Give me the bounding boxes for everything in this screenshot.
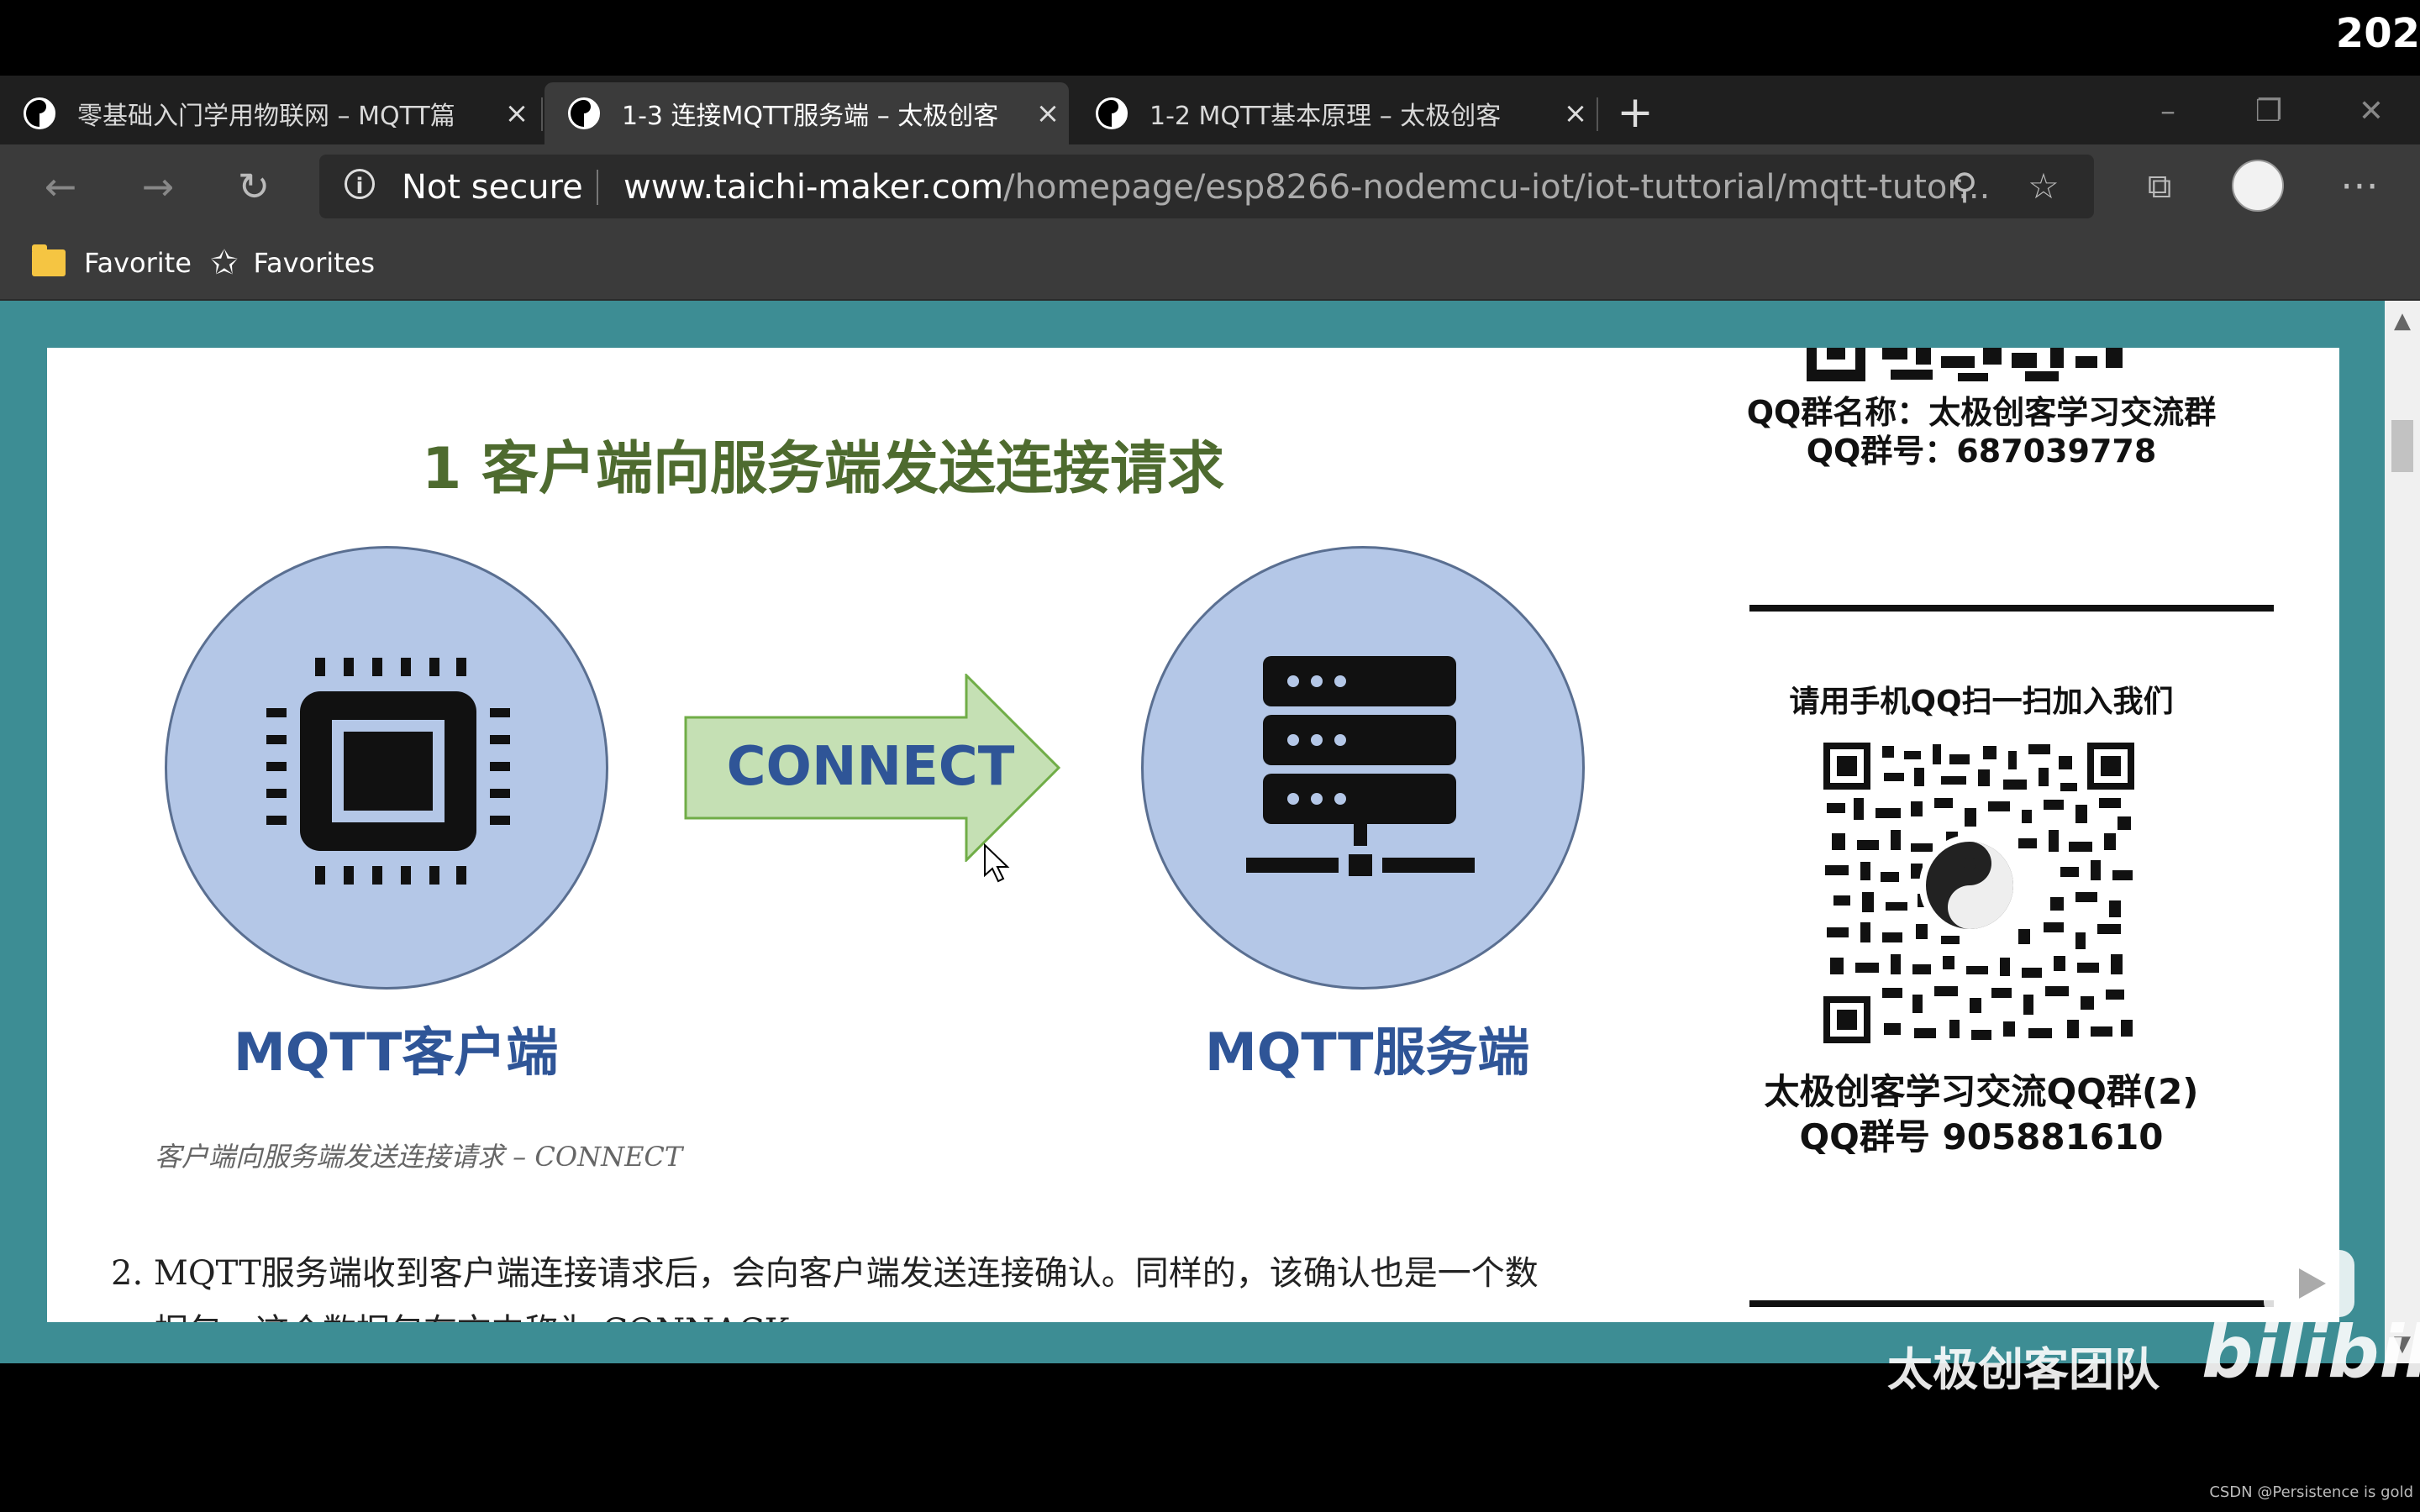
microchip-icon — [266, 658, 510, 885]
address-bar[interactable]: i Not secure www.taichi-maker.com/homepa… — [319, 155, 2094, 218]
connect-arrow: CONNECT — [684, 674, 1061, 862]
paragraph-text: MQTT服务端收到客户端连接请求后，会向客户端发送连接确认。同样的，该确认也是一… — [153, 1254, 1539, 1293]
tab-separator — [1597, 97, 1598, 131]
folder-icon — [32, 244, 66, 276]
close-window-icon[interactable]: ✕ — [2346, 91, 2396, 133]
favorites-bar: Favorite ✩ Favorites — [0, 228, 2420, 301]
paragraph-text-line2: 据包，这个数据包在文中称为 CONNACK — [155, 1304, 790, 1322]
mouse-cursor-icon — [984, 843, 1010, 883]
qq-group-qr-code-icon — [1823, 743, 2134, 1043]
tab-mqtt-basics[interactable]: 1-2 MQTT基本原理 – 太极创客 × — [1072, 82, 1597, 144]
mqtt-client-circle — [165, 546, 608, 990]
tab-title: 1-2 MQTT基本原理 – 太极创客 — [1150, 102, 1502, 131]
article-paragraph: 2. MQTT服务端收到客户端连接请求后，会向客户端发送连接确认。同样的，该确认… — [111, 1248, 1539, 1299]
video-play-button[interactable] — [2264, 1250, 2354, 1317]
back-arrow-icon[interactable]: ← — [35, 161, 86, 212]
arrow-label: CONNECT — [727, 736, 1015, 798]
favorites-star-icon: ✩ — [210, 244, 239, 282]
list-number: 2. — [111, 1254, 144, 1293]
mqtt-client-label: MQTT客户端 — [234, 1021, 559, 1083]
team-watermark: 太极创客团队 — [1887, 1343, 2160, 1396]
scroll-up-arrow-icon[interactable]: ▲ — [2385, 304, 2420, 338]
tab-separator — [541, 97, 543, 131]
forward-arrow-icon[interactable]: → — [133, 161, 183, 212]
tab-title: 1-3 连接MQTT服务端 – 太极创客 — [622, 102, 999, 131]
url-domain: www.taichi-maker.com — [623, 168, 1004, 207]
bookmark-favorites[interactable]: ✩ Favorites — [210, 242, 375, 284]
url-text[interactable]: www.taichi-maker.com/homepage/esp8266-no… — [623, 168, 1990, 207]
sidebar-divider — [1749, 605, 2274, 612]
tab-close-icon[interactable]: × — [1555, 97, 1597, 130]
mqtt-server-circle — [1141, 546, 1585, 990]
scrollbar-thumb[interactable] — [2391, 420, 2413, 472]
tab-connect-mqtt-server[interactable]: 1-3 连接MQTT服务端 – 太极创客 × — [544, 82, 1069, 144]
tab-close-icon[interactable]: × — [496, 97, 538, 130]
new-tab-button[interactable]: + — [1612, 89, 1659, 136]
browser-toolbar: ← → ↻ i Not secure www.taichi-maker.com/… — [0, 144, 2420, 228]
corner-year-text: 202 — [2335, 10, 2420, 57]
tab-mqtt-course[interactable]: 零基础入门学用物联网 – MQTT篇 × — [0, 82, 538, 144]
zoom-icon[interactable]: ⚲ — [1939, 161, 1990, 212]
more-options-icon[interactable]: ⋯ — [2334, 160, 2385, 210]
add-favorite-star-icon[interactable]: ☆ — [2018, 161, 2069, 212]
address-separator — [597, 170, 598, 205]
bookmark-label: Favorites — [253, 247, 376, 279]
refresh-icon[interactable]: ↻ — [229, 161, 279, 212]
tab-title: 零基础入门学用物联网 – MQTT篇 — [77, 102, 455, 131]
sidebar-divider — [1749, 1300, 2274, 1307]
qr-code-partial-icon — [1807, 348, 2123, 381]
bookmark-label: Favorite — [84, 247, 192, 279]
csdn-credit-watermark: CSDN @Persistence is gold — [2209, 1483, 2413, 1501]
security-status-label[interactable]: Not secure — [402, 168, 583, 207]
figure-caption: 客户端向服务端发送连接请求 – CONNECT — [155, 1141, 683, 1173]
qq-group2-name: 太极创客学习交流QQ群(2) — [1764, 1071, 2199, 1112]
qq-group2-number: QQ群号 905881610 — [1799, 1116, 2164, 1158]
minimize-window-icon[interactable]: – — [2143, 91, 2193, 133]
collections-icon[interactable]: ⧉ — [2134, 161, 2185, 212]
restore-window-icon[interactable]: ❐ — [2244, 91, 2294, 133]
taichi-favicon-icon — [1096, 97, 1128, 129]
video-top-letterbox — [0, 0, 2420, 76]
taichi-favicon-icon — [24, 97, 55, 129]
server-rack-icon — [1246, 656, 1475, 876]
profile-avatar[interactable] — [2232, 160, 2284, 212]
taichi-favicon-icon — [568, 97, 600, 129]
url-path: /homepage/esp8266-nodemcu-iot/iot-tuttor… — [1003, 168, 1991, 207]
qq-group-number: QQ群号：687039778 — [1806, 433, 2157, 470]
tab-close-icon[interactable]: × — [1027, 97, 1069, 130]
scan-prompt: 请用手机QQ扫一扫加入我们 — [1789, 685, 2174, 719]
browser-tab-strip: 零基础入门学用物联网 – MQTT篇 × 1-3 连接MQTT服务端 – 太极创… — [0, 76, 2420, 144]
figure-title: 1 客户端向服务端发送连接请求 — [422, 436, 1224, 502]
site-info-icon[interactable]: i — [345, 169, 375, 199]
article-content: 1 客户端向服务端发送连接请求 CONNECT MQTT客户端 MQTT服务端 … — [47, 348, 2339, 1322]
bilibili-logo: bilibili — [2202, 1310, 2420, 1394]
mqtt-server-label: MQTT服务端 — [1205, 1021, 1530, 1083]
bookmark-favorite-folder[interactable]: Favorite — [32, 242, 192, 284]
